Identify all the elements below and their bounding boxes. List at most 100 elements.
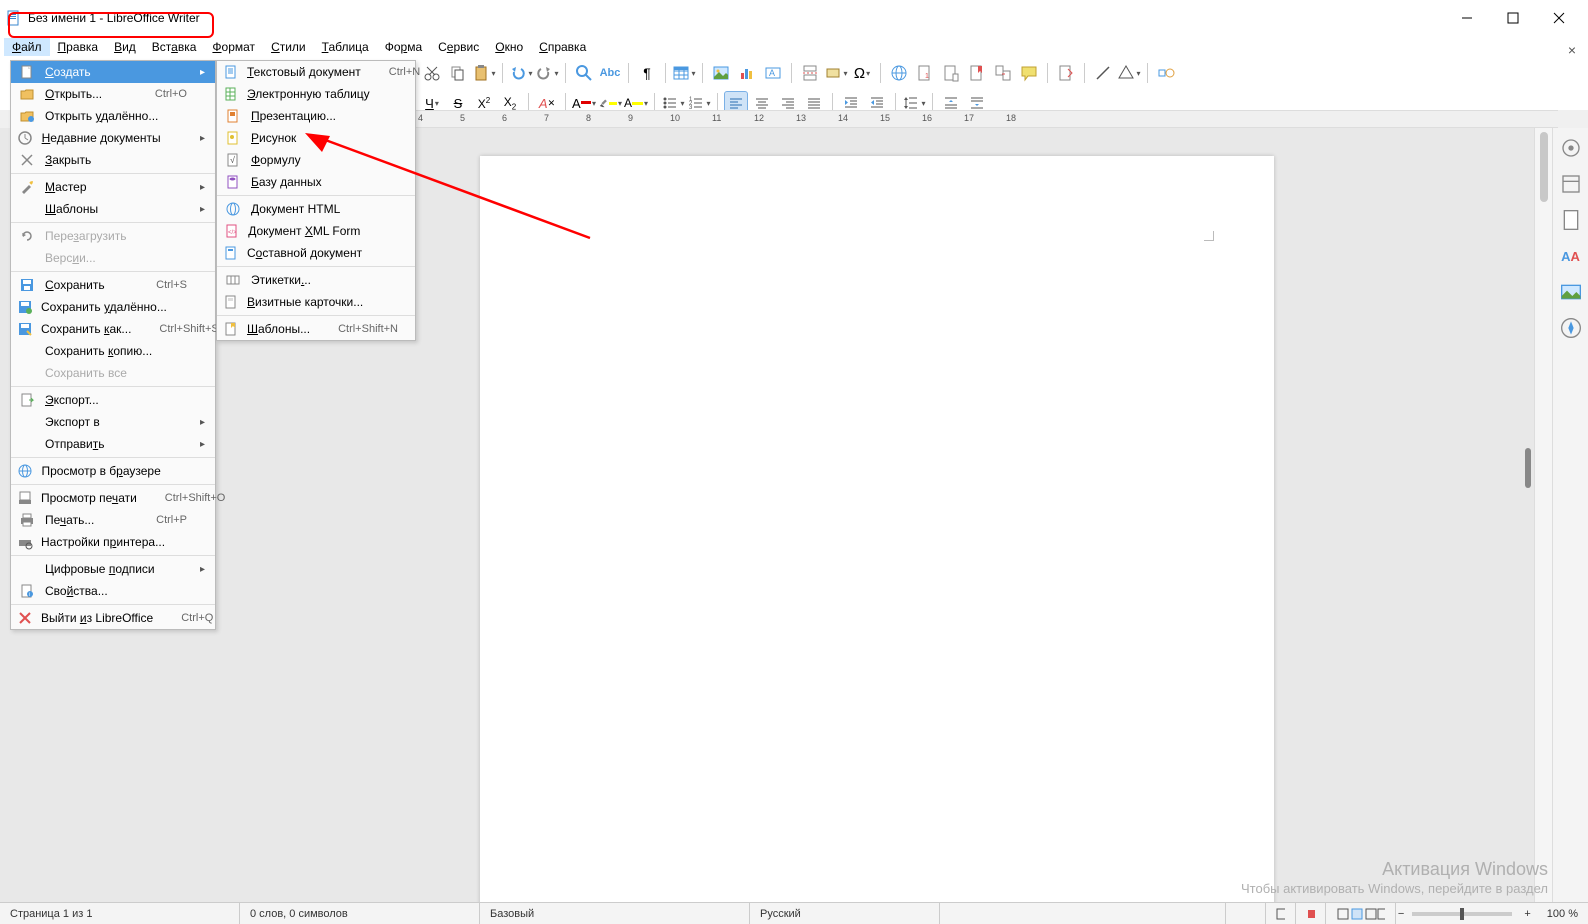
sidebar-navigator-icon[interactable] — [1559, 316, 1583, 340]
minimize-button[interactable] — [1444, 3, 1490, 33]
file-menu-item-24[interactable]: Просмотр печатиCtrl+Shift+O — [11, 487, 215, 509]
horizontal-ruler[interactable]: 123456789101112131415161718 — [230, 110, 1558, 128]
file-menu-item-28[interactable]: Цифровые подписи▸ — [11, 558, 215, 580]
cut-button[interactable] — [420, 61, 444, 85]
draw-functions-button[interactable] — [1154, 61, 1178, 85]
file-menu-item-13[interactable]: Сохранить удалённо... — [11, 296, 215, 318]
create-submenu-item-5[interactable]: Базу данных — [217, 171, 415, 193]
file-menu-item-0[interactable]: Создать▸ — [11, 61, 215, 83]
window-title: Без имени 1 - LibreOffice Writer — [28, 11, 200, 25]
maximize-button[interactable] — [1490, 3, 1536, 33]
status-page[interactable]: Страница 1 из 1 — [0, 903, 240, 924]
hyperlink-button[interactable] — [887, 61, 911, 85]
track-changes-button[interactable] — [1054, 61, 1078, 85]
create-submenu-item-7[interactable]: Документ HTML — [217, 198, 415, 220]
file-menu-item-3[interactable]: Недавние документы▸ — [11, 127, 215, 149]
status-style[interactable]: Базовый — [480, 903, 750, 924]
zoom-slider[interactable] — [1412, 912, 1512, 916]
create-submenu-item-12[interactable]: Визитные карточки... — [217, 291, 415, 313]
basic-shapes-button[interactable]: ▾ — [1117, 61, 1141, 85]
file-menu-item-15[interactable]: Сохранить копию... — [11, 340, 215, 362]
create-submenu-item-4[interactable]: √Формулу — [217, 149, 415, 171]
sidebar-styles-icon[interactable]: AA — [1559, 244, 1583, 268]
footnote-button[interactable]: 1 — [913, 61, 937, 85]
insert-special-char-button[interactable]: Ω▾ — [850, 61, 874, 85]
insert-table-button[interactable]: ▾ — [672, 61, 696, 85]
sidebar-gallery-icon[interactable] — [1559, 280, 1583, 304]
file-menu-item-4[interactable]: Закрыть — [11, 149, 215, 171]
menu-форма[interactable]: Форма — [377, 38, 430, 56]
file-menu-item-1[interactable]: Открыть...Ctrl+O — [11, 83, 215, 105]
menu-сервис[interactable]: Сервис — [430, 38, 487, 56]
ruler-tick: 13 — [796, 113, 806, 123]
close-window-button[interactable] — [1536, 3, 1582, 33]
file-menu-item-22[interactable]: Просмотр в браузере — [11, 460, 215, 482]
menu-правка[interactable]: Правка — [50, 38, 107, 56]
create-submenu-item-11[interactable]: Этикетки... — [217, 269, 415, 291]
menu-вид[interactable]: Вид — [106, 38, 144, 56]
insert-pagebreak-button[interactable] — [798, 61, 822, 85]
file-menu-item-20[interactable]: Отправить▸ — [11, 433, 215, 455]
scroll-marker[interactable] — [1525, 448, 1531, 488]
menu-формат[interactable]: Формат — [204, 38, 263, 56]
file-menu-item-25[interactable]: Печать...Ctrl+P — [11, 509, 215, 531]
undo-button[interactable]: ▾ — [509, 61, 533, 85]
copy-button[interactable] — [446, 61, 470, 85]
redo-button[interactable]: ▾ — [535, 61, 559, 85]
bookmark-button[interactable] — [965, 61, 989, 85]
file-menu-item-18[interactable]: Экспорт... — [11, 389, 215, 411]
file-menu-item-26[interactable]: Настройки принтера... — [11, 531, 215, 553]
file-menu-item-19[interactable]: Экспорт в▸ — [11, 411, 215, 433]
sidebar-page-icon[interactable] — [1559, 208, 1583, 232]
spellcheck-button[interactable]: Abc — [598, 61, 622, 85]
status-language[interactable]: Русский — [750, 903, 940, 924]
file-menu-item-29[interactable]: iСвойства... — [11, 580, 215, 602]
sidebar-settings-icon[interactable] — [1559, 136, 1583, 160]
status-insert-mode[interactable] — [1226, 903, 1266, 924]
zoom-in-button[interactable]: + — [1518, 903, 1536, 924]
zoom-value[interactable]: 100 % — [1537, 903, 1588, 924]
create-submenu-item-14[interactable]: Шаблоны...Ctrl+Shift+N — [217, 318, 415, 340]
file-menu-item-31[interactable]: Выйти из LibreOfficeCtrl+Q — [11, 607, 215, 629]
sidebar-properties-icon[interactable] — [1559, 172, 1583, 196]
create-submenu-item-2[interactable]: Презентацию... — [217, 105, 415, 127]
status-view-layout[interactable] — [1326, 903, 1396, 924]
insert-field-button[interactable]: ▾ — [824, 61, 848, 85]
line-button[interactable] — [1091, 61, 1115, 85]
menu-окно[interactable]: Окно — [487, 38, 531, 56]
menu-стили[interactable]: Стили — [263, 38, 314, 56]
insert-image-button[interactable] — [709, 61, 733, 85]
paste-button[interactable]: ▾ — [472, 61, 496, 85]
menu-таблица[interactable]: Таблица — [314, 38, 377, 56]
formatting-marks-button[interactable]: ¶ — [635, 61, 659, 85]
cross-reference-button[interactable] — [991, 61, 1015, 85]
find-button[interactable] — [572, 61, 596, 85]
menu-файл[interactable]: Файл — [4, 38, 50, 56]
file-menu-item-6[interactable]: Мастер▸ — [11, 176, 215, 198]
create-submenu-item-9[interactable]: Составной документ — [217, 242, 415, 264]
page[interactable] — [480, 156, 1274, 902]
status-word-count[interactable]: 0 слов, 0 символов — [240, 903, 480, 924]
create-submenu-item-3[interactable]: Рисунок — [217, 127, 415, 149]
status-selection-mode[interactable] — [1266, 903, 1296, 924]
status-signature[interactable] — [1296, 903, 1326, 924]
insert-chart-button[interactable] — [735, 61, 759, 85]
zoom-out-button[interactable]: − — [1396, 903, 1406, 924]
comment-button[interactable] — [1017, 61, 1041, 85]
file-menu-item-12[interactable]: СохранитьCtrl+S — [11, 274, 215, 296]
close-document-button[interactable]: × — [1568, 42, 1576, 58]
vertical-scrollbar[interactable] — [1534, 128, 1552, 902]
menu-item-label: Отправить — [45, 437, 159, 451]
wizard-icon — [17, 179, 37, 195]
create-submenu-item-1[interactable]: Электронную таблицу — [217, 83, 415, 105]
scrollbar-thumb[interactable] — [1540, 132, 1548, 202]
file-menu-item-2[interactable]: Открыть удалённо... — [11, 105, 215, 127]
menu-справка[interactable]: Справка — [531, 38, 594, 56]
insert-textbox-button[interactable]: A — [761, 61, 785, 85]
endnote-button[interactable] — [939, 61, 963, 85]
file-menu-item-7[interactable]: Шаблоны▸ — [11, 198, 215, 220]
file-menu-item-14[interactable]: Сохранить как...Ctrl+Shift+S — [11, 318, 215, 340]
menu-вставка[interactable]: Вставка — [144, 38, 205, 56]
create-submenu-item-0[interactable]: Текстовый документCtrl+N — [217, 61, 415, 83]
create-submenu-item-8[interactable]: </>Документ XML Form — [217, 220, 415, 242]
